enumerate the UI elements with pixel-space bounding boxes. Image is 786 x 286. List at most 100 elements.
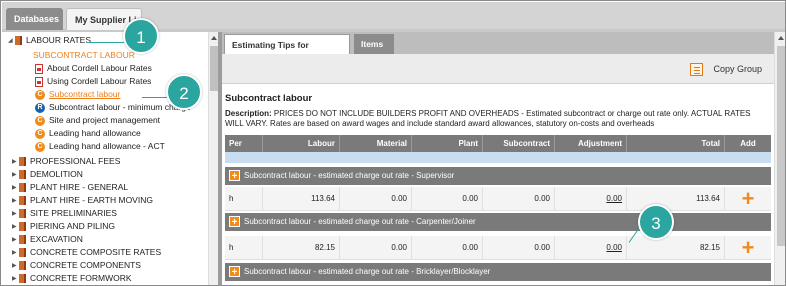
- tree-child-label: Subcontract labour: [49, 89, 121, 99]
- cell-plant: 0.00: [412, 187, 483, 211]
- adjustment-link[interactable]: 0.00: [555, 187, 627, 211]
- book-icon: [19, 209, 26, 219]
- copy-list-icon: [690, 63, 704, 77]
- book-icon: [19, 157, 26, 167]
- tree-scrollbar[interactable]: [208, 32, 218, 285]
- tree-item-professional-fees[interactable]: ▶ PROFESSIONAL FEES: [12, 154, 120, 168]
- tree-item-plant-hire-general[interactable]: ▶ PLANT HIRE - GENERAL: [12, 180, 128, 194]
- book-icon: [19, 248, 26, 258]
- table-filter-band: [225, 152, 771, 163]
- cell-subcontract: 0.00: [483, 187, 555, 211]
- tree-item-label: CONCRETE COMPOSITE RATES: [30, 247, 162, 257]
- col-total: Total: [627, 135, 725, 152]
- tree-child-using-cordell[interactable]: Using Cordell Labour Rates: [35, 74, 151, 88]
- book-icon: [19, 196, 26, 206]
- tree-child-label: Leading hand allowance: [49, 128, 141, 138]
- col-subcontract: Subcontract: [483, 135, 555, 152]
- col-material: Material: [340, 135, 412, 152]
- tab-items[interactable]: Items: [354, 34, 394, 54]
- callout-badge-3: 3: [638, 204, 674, 240]
- tree-child-label: Using Cordell Labour Rates: [47, 76, 152, 86]
- table-row: h 113.64 0.00 0.00 0.00 0.00 113.64 +: [225, 187, 771, 211]
- group-row-carpenter[interactable]: + Subcontract labour - estimated charge o…: [225, 213, 771, 231]
- tree-item-label: PLANT HIRE - GENERAL: [30, 182, 129, 192]
- expand-toggle-icon[interactable]: ▶: [12, 272, 19, 285]
- group-title: Subcontract labour - estimated charge ou…: [244, 217, 476, 226]
- tree-child-label: Site and project management: [49, 115, 161, 125]
- scroll-up-icon[interactable]: [211, 36, 217, 40]
- col-per: Per: [225, 135, 263, 152]
- page-title: Subcontract labour: [225, 93, 313, 104]
- book-icon: [19, 235, 26, 245]
- c-circle-icon: C: [35, 89, 45, 100]
- r-circle-icon: R: [35, 102, 45, 113]
- pdf-icon: [35, 63, 43, 74]
- group-row-supervisor[interactable]: + Subcontract labour - estimated charge o…: [225, 167, 771, 185]
- scroll-thumb[interactable]: [777, 46, 785, 246]
- book-icon: [19, 170, 26, 180]
- callout-badge-2: 2: [166, 74, 202, 110]
- tree-item-concrete-composite[interactable]: ▶ CONCRETE COMPOSITE RATES: [12, 245, 161, 259]
- tree-child-subcontract-labour[interactable]: C Subcontract labour: [35, 87, 120, 101]
- cell-per: h: [225, 236, 263, 260]
- tree-item-label: DEMOLITION: [30, 169, 83, 179]
- tree-child-leading-hand[interactable]: C Leading hand allowance: [35, 126, 141, 140]
- tab-estimating-tips[interactable]: Estimating Tips for Category: [224, 34, 350, 70]
- tree-item-label: CONCRETE FORMWORK: [30, 273, 132, 283]
- tree-item-concrete-components[interactable]: ▶ CONCRETE COMPONENTS: [12, 258, 141, 272]
- cell-labour: 82.15: [263, 236, 340, 260]
- book-icon: [19, 261, 26, 271]
- pdf-icon: [35, 76, 43, 87]
- expand-plus-icon[interactable]: +: [229, 170, 240, 182]
- cell-plant: 0.00: [412, 236, 483, 260]
- copy-group-button[interactable]: Copy Group: [690, 61, 762, 77]
- tree-item-plant-hire-earth-moving[interactable]: ▶ PLANT HIRE - EARTH MOVING: [12, 193, 153, 207]
- col-add: Add: [740, 139, 756, 148]
- tree-item-piering-piling[interactable]: ▶ PIERING AND PILING: [12, 219, 115, 233]
- tree-child-site-project-mgmt[interactable]: C Site and project management: [35, 113, 160, 127]
- book-icon: [19, 183, 26, 193]
- tab-databases[interactable]: Databases: [6, 8, 63, 30]
- expand-plus-icon[interactable]: +: [229, 266, 240, 278]
- c-circle-icon: C: [35, 128, 45, 139]
- group-title: Subcontract labour - estimated charge ou…: [244, 267, 491, 276]
- app-frame: Databases My Supplier List ◢ LABOUR RATES…: [0, 0, 786, 286]
- description-label: Description:: [225, 109, 272, 118]
- tree-item-site-preliminaries[interactable]: ▶ SITE PRELIMINARIES: [12, 206, 117, 220]
- tree-section-subcontract-labour: SUBCONTRACT LABOUR: [33, 50, 135, 60]
- cell-subcontract: 0.00: [483, 236, 555, 260]
- tree-item-label: PLANT HIRE - EARTH MOVING: [30, 195, 153, 205]
- callout-badge-1: 1: [123, 18, 159, 54]
- detail-scrollbar[interactable]: [774, 32, 785, 285]
- expand-plus-icon[interactable]: +: [229, 216, 240, 228]
- group-row-bricklayer[interactable]: + Subcontract labour - estimated charge o…: [225, 263, 771, 281]
- tree-item-label: SITE PRELIMINARIES: [30, 208, 117, 218]
- tree-child-leading-hand-act[interactable]: C Leading hand allowance - ACT: [35, 139, 165, 153]
- scroll-up-icon[interactable]: [778, 36, 784, 40]
- add-item-button[interactable]: +: [725, 187, 771, 211]
- expand-toggle-icon[interactable]: ◢: [8, 34, 15, 48]
- add-item-button[interactable]: +: [725, 236, 771, 260]
- tree-item-label: LABOUR RATES: [26, 35, 92, 45]
- group-title: Subcontract labour - estimated charge ou…: [244, 171, 455, 180]
- adjustment-link[interactable]: 0.00: [555, 236, 627, 260]
- cell-total: 113.64: [627, 187, 725, 211]
- callout-leader-1: [87, 42, 127, 43]
- tree-item-label: PIERING AND PILING: [30, 221, 116, 231]
- tree-item-demolition[interactable]: ▶ DEMOLITION: [12, 167, 83, 181]
- tree-item-excavation[interactable]: ▶ EXCAVATION: [12, 232, 83, 246]
- book-icon: [19, 274, 26, 284]
- scroll-thumb[interactable]: [210, 46, 218, 91]
- book-icon: [15, 36, 22, 46]
- tree-item-concrete-formwork[interactable]: ▶ CONCRETE FORMWORK: [12, 271, 132, 285]
- top-tab-bar: Databases My Supplier List: [2, 2, 785, 32]
- c-circle-icon: C: [35, 141, 45, 152]
- tree-child-label: About Cordell Labour Rates: [47, 63, 152, 73]
- tree-child-about-cordell[interactable]: About Cordell Labour Rates: [35, 61, 152, 75]
- cell-per: h: [225, 187, 263, 211]
- tree-item-label: PROFESSIONAL FEES: [30, 156, 121, 166]
- tree-item-labour-rates[interactable]: ◢ LABOUR RATES: [8, 33, 91, 47]
- table-row: h 82.15 0.00 0.00 0.00 0.00 82.15 +: [225, 236, 771, 260]
- c-circle-icon: C: [35, 115, 45, 126]
- callout-leader-2: [142, 97, 168, 98]
